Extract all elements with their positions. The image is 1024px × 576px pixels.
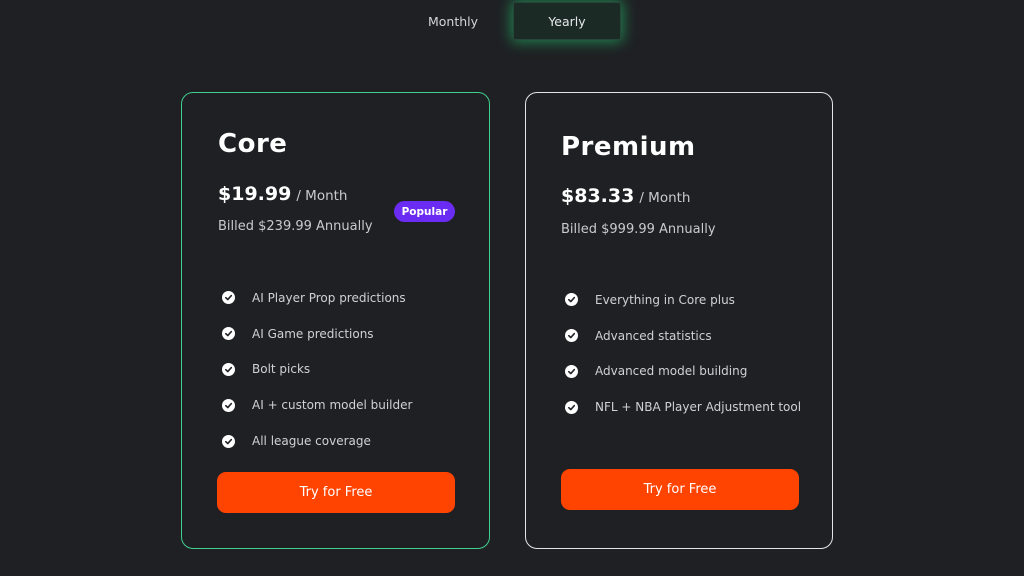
- check-circle-icon: [565, 364, 578, 378]
- check-circle-icon: [222, 327, 235, 341]
- check-circle-icon: [222, 362, 235, 376]
- plan-period: / Month: [296, 188, 348, 204]
- plan-name: Core: [218, 129, 288, 159]
- toggle-monthly-button[interactable]: Monthly: [418, 4, 488, 38]
- plan-name: Premium: [561, 132, 696, 162]
- check-circle-icon: [222, 291, 235, 305]
- feature-item: All league coverage: [222, 423, 412, 459]
- try-for-free-button[interactable]: Try for Free: [561, 469, 799, 510]
- feature-item: AI Player Prop predictions: [222, 280, 412, 316]
- feature-item: AI + custom model builder: [222, 387, 412, 423]
- plan-period: / Month: [639, 190, 691, 206]
- feature-label: All league coverage: [252, 434, 371, 449]
- feature-list: Everything in Core plus Advanced statist…: [565, 282, 801, 425]
- check-circle-icon: [222, 434, 235, 448]
- feature-item: Bolt picks: [222, 352, 412, 388]
- check-circle-icon: [222, 398, 235, 412]
- feature-label: AI Game predictions: [252, 326, 374, 341]
- check-circle-icon: [565, 329, 578, 343]
- feature-item: Advanced statistics: [565, 318, 801, 354]
- plan-card-premium: Premium $83.33 / Month Billed $999.99 An…: [525, 92, 833, 549]
- plan-price: $83.33: [561, 185, 635, 207]
- price-row: $19.99 / Month: [218, 183, 347, 205]
- feature-item: NFL + NBA Player Adjustment tool: [565, 389, 801, 425]
- plan-card-core: Core $19.99 / Month Billed $239.99 Annua…: [181, 92, 490, 549]
- feature-label: Bolt picks: [252, 362, 311, 377]
- feature-label: NFL + NBA Player Adjustment tool: [595, 400, 802, 415]
- check-circle-icon: [565, 293, 578, 307]
- feature-item: AI Game predictions: [222, 316, 412, 352]
- plan-price: $19.99: [218, 183, 292, 205]
- feature-label: AI Player Prop predictions: [252, 290, 406, 305]
- popular-badge: Popular: [394, 201, 455, 222]
- feature-label: Advanced model building: [595, 364, 748, 379]
- try-for-free-button[interactable]: Try for Free: [217, 472, 455, 513]
- feature-label: Advanced statistics: [595, 328, 712, 343]
- feature-list: AI Player Prop predictions AI Game predi…: [222, 280, 412, 459]
- feature-item: Everything in Core plus: [565, 282, 801, 318]
- feature-item: Advanced model building: [565, 354, 801, 390]
- feature-label: Everything in Core plus: [595, 292, 735, 307]
- feature-label: AI + custom model builder: [252, 398, 413, 413]
- pricing-page: Monthly Yearly Core $19.99 / Month Bille…: [0, 0, 1024, 576]
- billed-annually-text: Billed $999.99 Annually: [561, 222, 716, 237]
- toggle-yearly-button[interactable]: Yearly: [513, 2, 621, 40]
- price-row: $83.33 / Month: [561, 185, 690, 207]
- billed-annually-text: Billed $239.99 Annually: [218, 219, 373, 234]
- check-circle-icon: [565, 400, 578, 414]
